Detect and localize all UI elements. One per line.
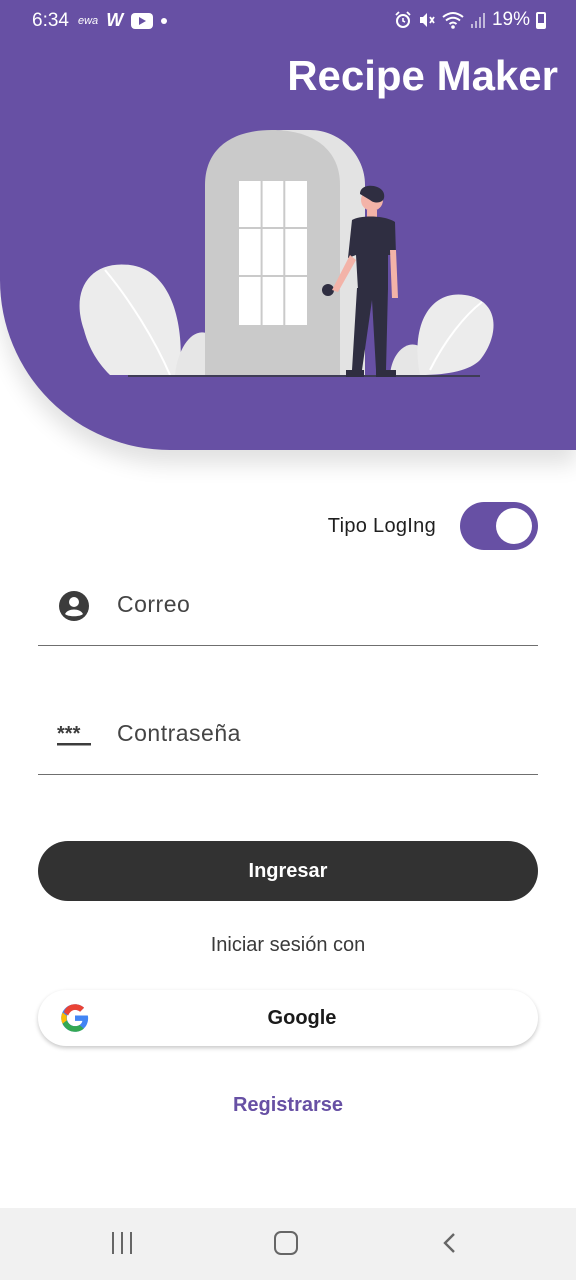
mute-icon [419,13,435,27]
login-type-switch[interactable] [460,502,538,550]
ewa-icon: ewa [78,14,99,27]
status-right-icons: 19% [394,9,546,31]
signal-icon [470,13,485,28]
email-placeholder: Correo [117,591,191,617]
door-person-illustration [79,130,494,377]
youtube-icon [131,12,154,29]
google-button-label: Google [267,1007,337,1029]
login-type-label: Tipo LogIng [327,514,436,537]
account-circle-icon [56,588,92,624]
dot-icon [161,17,168,24]
status-left-icons: ewa W [78,10,168,31]
recent-apps-icon[interactable] [112,1232,132,1254]
app-title: Recipe Maker [287,52,558,99]
status-time: 6:34 [32,10,69,31]
email-field[interactable]: Correo [38,574,538,646]
password-icon: *** [56,717,92,753]
password-placeholder: Contraseña [117,720,241,746]
header-banner: 6:34 ewa W 19% Recipe Maker [0,0,576,450]
password-field[interactable]: *** Contraseña [38,703,538,775]
status-bar: 6:34 ewa W 19% [0,0,576,42]
w-icon: W [106,10,124,30]
google-signin-button[interactable]: Google [38,990,538,1046]
home-icon[interactable] [274,1231,298,1255]
system-nav-bar [0,1208,576,1280]
wifi-icon [442,12,464,29]
register-link[interactable]: Registrarse [0,1094,576,1117]
battery-icon [536,11,546,29]
signin-with-label: Iniciar sesión con [210,934,366,956]
battery-percent: 19% [491,9,530,30]
alarm-icon [395,11,411,28]
switch-knob [496,508,532,544]
login-type-row: Tipo LogIng [328,502,538,550]
login-button[interactable]: Ingresar [38,841,538,901]
svg-text:***: *** [57,723,81,745]
back-icon[interactable] [440,1232,462,1254]
